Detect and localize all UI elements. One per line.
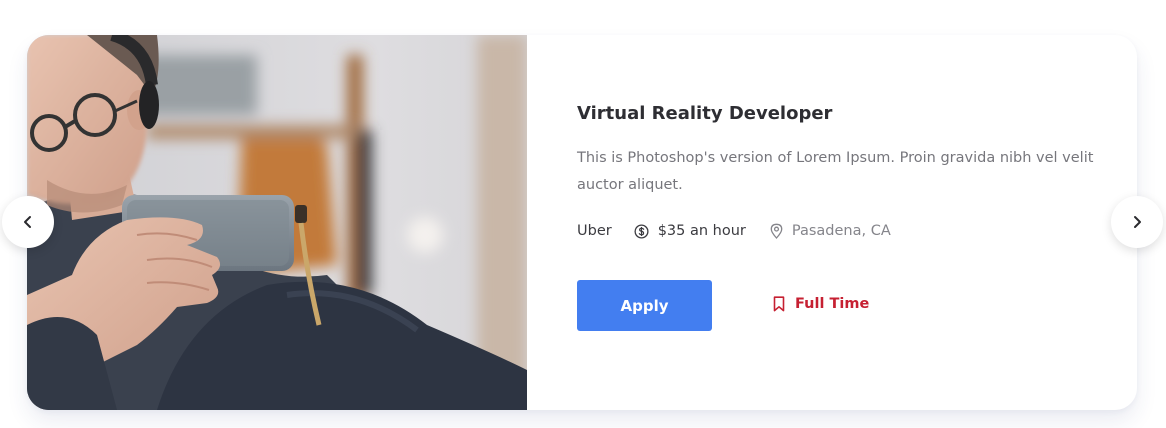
job-meta: Uber $35 an hour Pasadena, CA <box>577 223 891 239</box>
job-description: This is Photoshop's version of Lorem Ips… <box>577 150 1094 193</box>
job-carousel: Virtual Reality Developer This is Photos… <box>0 0 1166 428</box>
salary-info: $35 an hour <box>634 223 746 239</box>
chevron-right-icon <box>1134 216 1141 228</box>
bookmark-icon <box>773 296 785 312</box>
chevron-left-icon <box>24 216 31 228</box>
dollar-circle-icon <box>634 223 649 239</box>
company-name: Uber <box>577 223 612 239</box>
carousel-prev-button[interactable] <box>2 196 54 248</box>
location-text: Pasadena, CA <box>791 223 891 239</box>
job-card: Virtual Reality Developer This is Photos… <box>27 35 1137 410</box>
job-details: Virtual Reality Developer This is Photos… <box>577 35 1107 410</box>
apply-button[interactable]: Apply <box>577 280 712 331</box>
location-info: Pasadena, CA <box>770 223 891 239</box>
map-pin-icon <box>770 223 783 239</box>
carousel-next-button[interactable] <box>1111 196 1163 248</box>
job-title[interactable]: Virtual Reality Developer <box>577 103 832 124</box>
job-type-badge[interactable]: Full Time <box>773 296 869 312</box>
job-type-label: Full Time <box>795 296 870 312</box>
salary-text: $35 an hour <box>657 223 746 239</box>
job-photo <box>27 35 527 410</box>
